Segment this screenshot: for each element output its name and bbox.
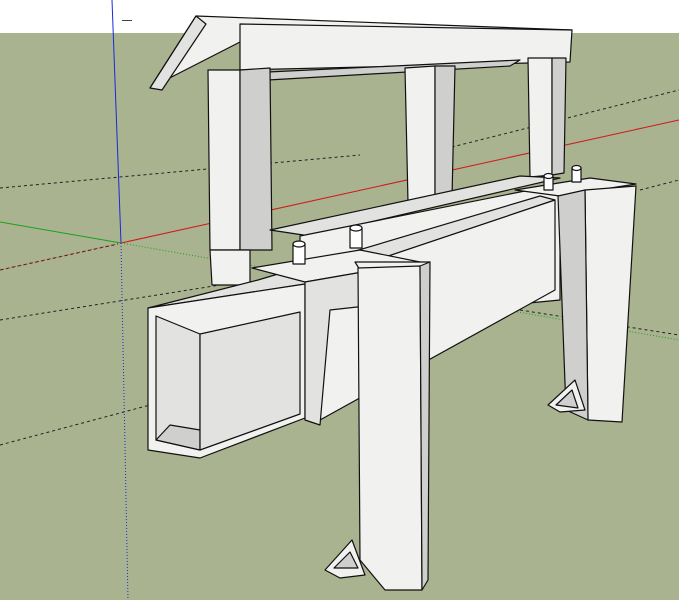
bolt-2: [349, 224, 363, 249]
bolt-3-cap: [543, 172, 554, 180]
post-left-lower: [209, 249, 251, 286]
sketchup-3d-viewport[interactable]: [0, 0, 679, 600]
bolt-1-cap: [292, 240, 306, 248]
bolt-2-cap: [349, 224, 363, 232]
bolt-3: [543, 172, 554, 191]
short-dash-icon: [122, 20, 132, 21]
post-mid-front: [404, 65, 436, 203]
post-mid-side: [434, 65, 456, 201]
left-leg-front: [357, 265, 423, 591]
post-right-front: [527, 57, 553, 178]
bolt-4-cap: [571, 164, 582, 172]
left-leg-side: [419, 261, 431, 591]
post-right-side: [551, 57, 567, 176]
post-left-front: [207, 69, 241, 251]
bolt-4: [571, 164, 582, 183]
post-left-side: [239, 67, 273, 251]
bolt-1: [292, 240, 306, 265]
top-rail-front-face: [239, 23, 573, 71]
model-scene[interactable]: [0, 0, 679, 600]
